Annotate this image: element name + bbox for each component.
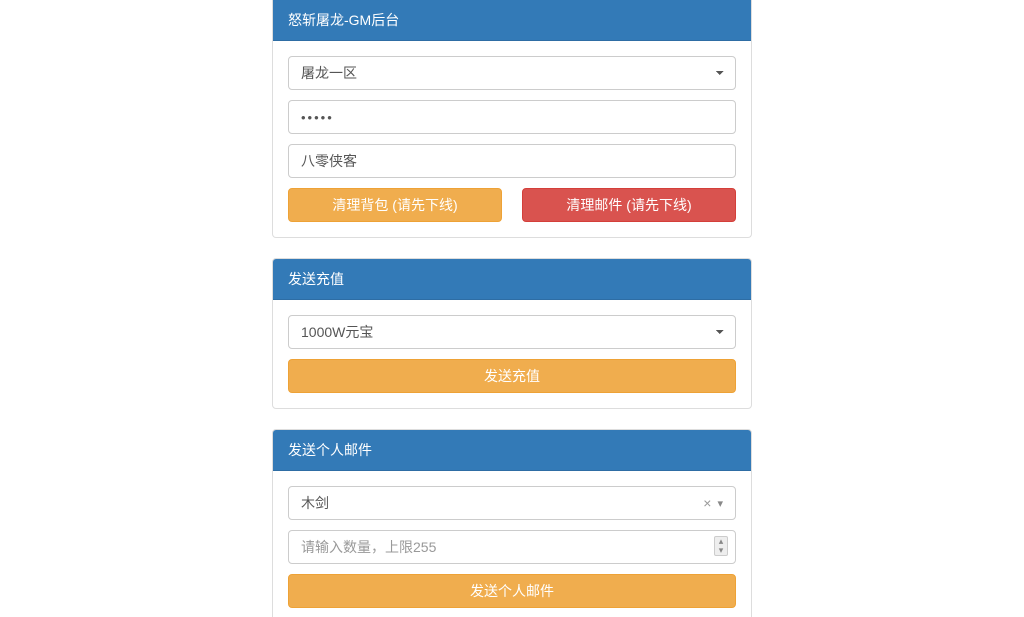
item-select[interactable]: 木剑 × ▾ <box>288 486 736 520</box>
panel-gm-title: 怒斩屠龙-GM后台 <box>273 0 751 41</box>
clear-mail-button[interactable]: 清理邮件 (请先下线) <box>522 188 736 222</box>
clear-bag-button[interactable]: 清理背包 (请先下线) <box>288 188 502 222</box>
send-personal-mail-button[interactable]: 发送个人邮件 <box>288 574 736 608</box>
panel-personal-mail: 发送个人邮件 木剑 × ▾ ▴▾ 发送个人邮件 <box>272 429 752 617</box>
send-recharge-button[interactable]: 发送充值 <box>288 359 736 393</box>
panel-gm-body: 屠龙一区 清理背包 (请先下线) 清理邮件 (请先下线) <box>273 41 751 237</box>
recharge-amount-select[interactable]: 1000W元宝 <box>288 315 736 349</box>
quantity-input[interactable] <box>288 530 736 564</box>
panel-personal-mail-body: 木剑 × ▾ ▴▾ 发送个人邮件 <box>273 471 751 617</box>
clear-icon[interactable]: × <box>703 495 711 511</box>
panel-recharge: 发送充值 1000W元宝 发送充值 <box>272 258 752 409</box>
username-field[interactable] <box>288 144 736 178</box>
chevron-down-icon: ▾ <box>717 497 723 510</box>
panel-personal-mail-title: 发送个人邮件 <box>273 430 751 471</box>
password-field[interactable] <box>288 100 736 134</box>
server-select[interactable]: 屠龙一区 <box>288 56 736 90</box>
panel-recharge-body: 1000W元宝 发送充值 <box>273 300 751 408</box>
page-scroll[interactable]: 怒斩屠龙-GM后台 屠龙一区 清理背包 (请先下线) 清理邮件 (请先下线) 发… <box>0 0 1024 617</box>
item-select-actions: × ▾ <box>703 495 723 511</box>
panel-recharge-title: 发送充值 <box>273 259 751 300</box>
panel-gm: 怒斩屠龙-GM后台 屠龙一区 清理背包 (请先下线) 清理邮件 (请先下线) <box>272 0 752 238</box>
item-select-value: 木剑 <box>301 493 703 513</box>
